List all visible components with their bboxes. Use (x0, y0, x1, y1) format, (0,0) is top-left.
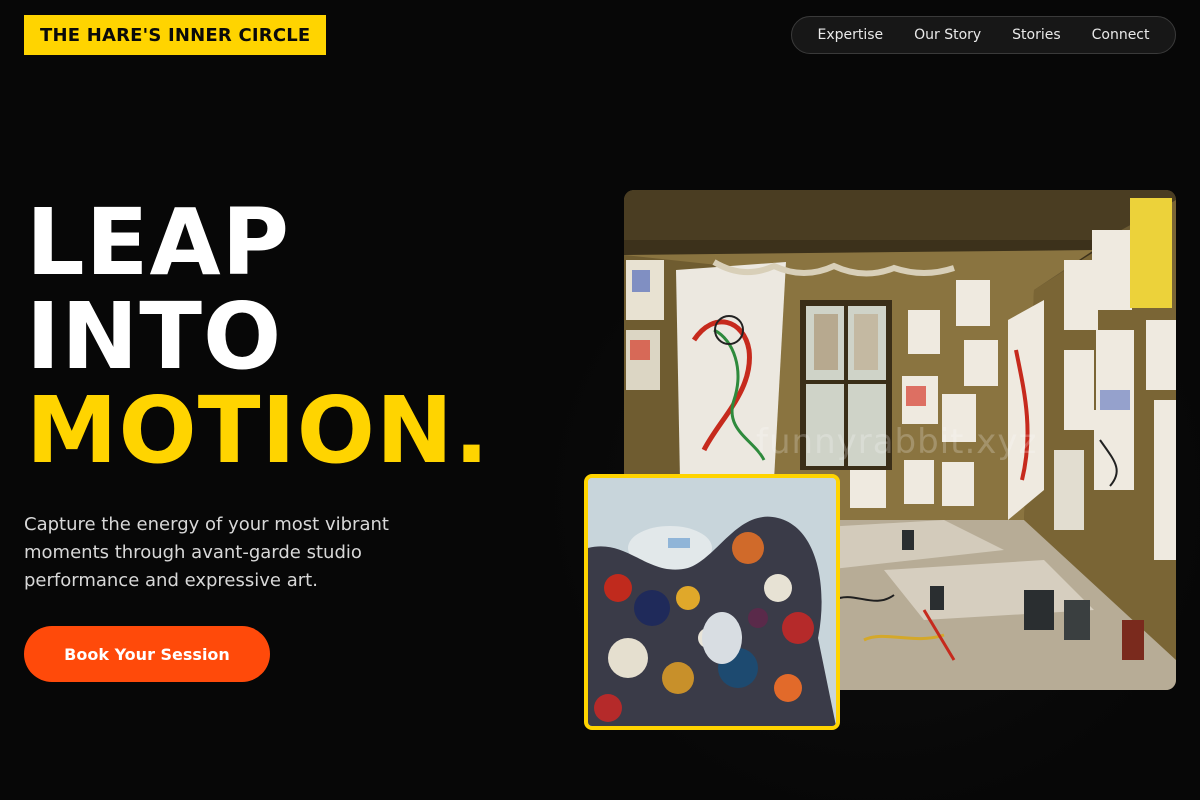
nav-link-our-story[interactable]: Our Story (914, 27, 981, 43)
landing-page: THE HARE'S INNER CIRCLE Expertise Our St… (0, 0, 1200, 800)
watermark-text: funnyrabbit.xyz (756, 422, 1038, 462)
nav-link-expertise[interactable]: Expertise (817, 27, 883, 43)
headline-line-3: MOTION. (26, 377, 490, 484)
palette-photo (584, 474, 840, 730)
nav-link-stories[interactable]: Stories (1012, 27, 1061, 43)
nav-link-connect[interactable]: Connect (1092, 27, 1150, 43)
hero-headline: LEAP INTO MOTION. (26, 196, 490, 478)
headline-line-2: INTO (26, 283, 283, 390)
hero-subtext: Capture the energy of your most vibrant … (24, 514, 389, 591)
brand-logo[interactable]: THE HARE'S INNER CIRCLE (24, 15, 327, 55)
headline-line-1: LEAP (26, 189, 291, 296)
paint-palette-photo-icon (588, 478, 836, 726)
main-nav: Expertise Our Story Stories Connect (791, 16, 1176, 54)
book-session-button[interactable]: Book Your Session (24, 626, 270, 682)
